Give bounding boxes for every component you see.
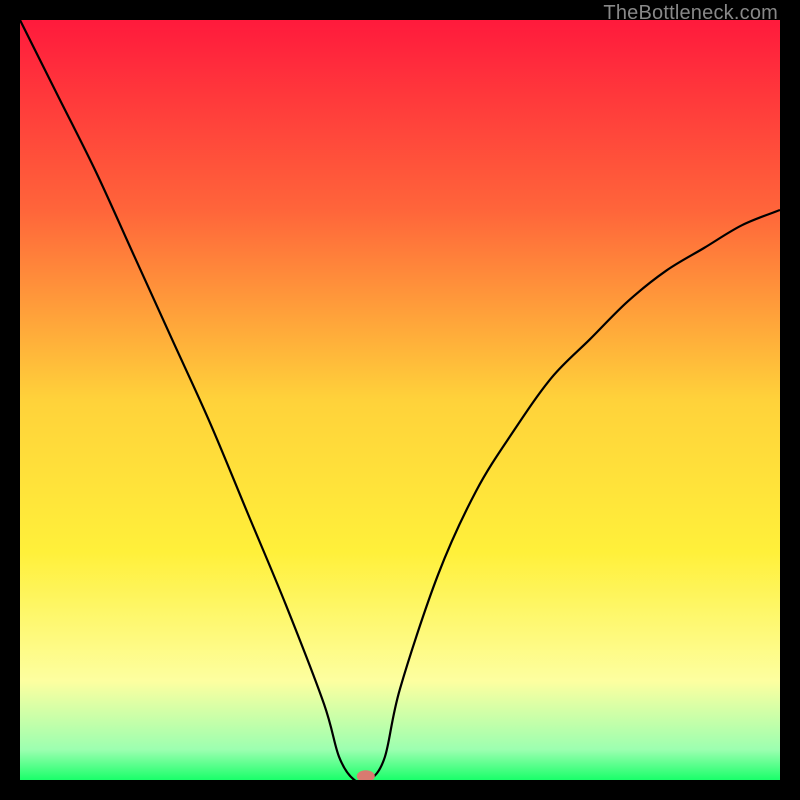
- plot-area: [20, 20, 780, 780]
- gradient-background: [20, 20, 780, 780]
- watermark-text: TheBottleneck.com: [603, 2, 778, 25]
- chart-frame: TheBottleneck.com: [0, 0, 800, 800]
- chart-svg: [20, 20, 780, 780]
